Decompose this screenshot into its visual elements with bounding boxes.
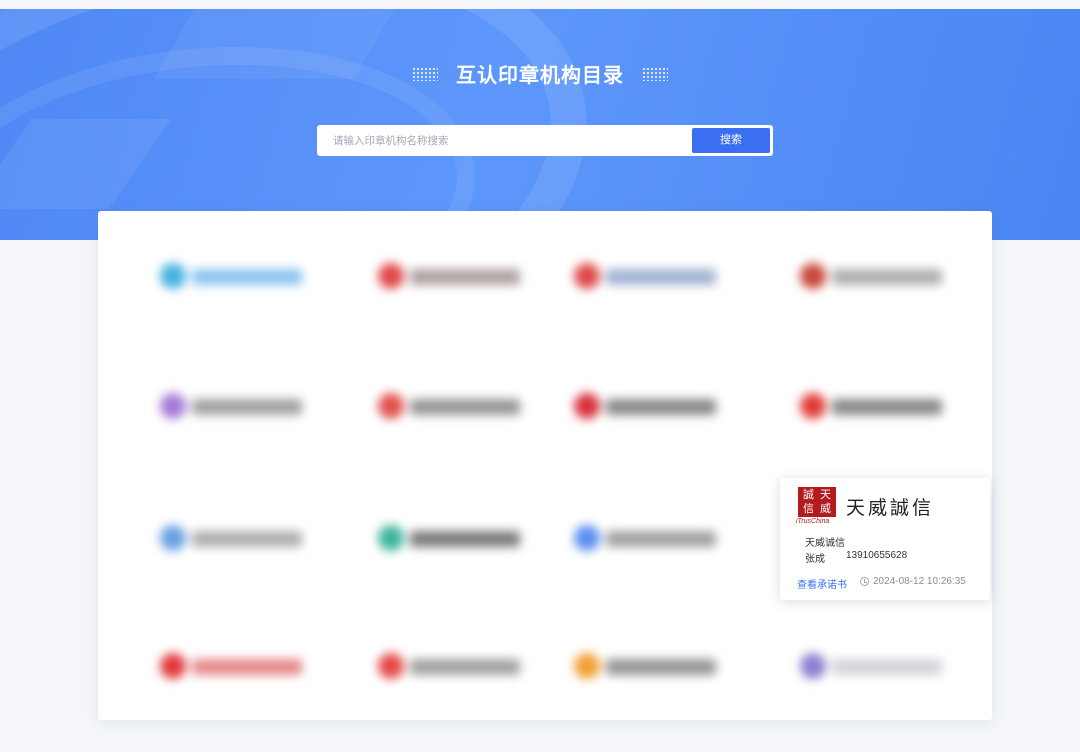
org-logo-tile[interactable]	[800, 647, 960, 687]
org-logo-text	[832, 659, 942, 675]
org-logo-tile[interactable]	[800, 257, 960, 297]
view-commitment-link[interactable]: 查看承诺书	[797, 576, 847, 591]
org-detail-popup: 誠天 信威 iTrusChina 天威誠信 天威诚信 张成 1391065562…	[780, 478, 990, 600]
decor-dots-icon	[642, 66, 669, 81]
org-logo-text	[192, 399, 302, 415]
org-logo-text	[606, 399, 716, 415]
org-logo-icon	[574, 263, 600, 289]
org-logo-icon	[800, 393, 826, 419]
org-logo-tile[interactable]	[574, 387, 734, 427]
org-logo-icon	[378, 653, 404, 679]
org-logo-text	[192, 531, 302, 547]
org-logo-tile[interactable]	[378, 257, 538, 297]
decor-dots-icon	[411, 66, 438, 81]
org-logo-icon	[800, 263, 826, 289]
org-logo-icon	[160, 525, 186, 551]
org-logo-tile[interactable]	[378, 387, 538, 427]
org-logo-text	[606, 659, 716, 675]
org-logo-icon	[160, 653, 186, 679]
org-logo-icon	[378, 263, 404, 289]
org-logo-text	[606, 531, 716, 547]
org-logo-icon	[378, 393, 404, 419]
seal-caption: iTrusChina	[796, 518, 830, 525]
org-logo-text	[410, 659, 520, 675]
org-logo-icon	[160, 393, 186, 419]
org-logo-icon	[160, 263, 186, 289]
org-logo-tile[interactable]	[574, 647, 734, 687]
page-title: 互认印章机构目录	[456, 65, 624, 87]
org-logo-text	[606, 269, 716, 285]
org-logo-tile[interactable]	[378, 647, 538, 687]
seal-char: 威	[820, 502, 831, 515]
org-logo-text	[410, 269, 520, 285]
org-logo-tile[interactable]	[378, 519, 538, 559]
logo-grid	[98, 211, 992, 720]
org-logo-icon	[574, 653, 600, 679]
org-logo-text	[832, 399, 942, 415]
brand-name: 天威誠信	[846, 497, 935, 519]
search-button[interactable]: 搜索	[692, 128, 770, 153]
org-logo-tile[interactable]	[574, 519, 734, 559]
contact-phone: 13910655628	[846, 550, 908, 561]
org-logo-icon	[574, 525, 600, 551]
org-logo-tile[interactable]	[160, 647, 320, 687]
seal-char: 天	[820, 488, 831, 501]
org-logo-tile[interactable]	[160, 519, 320, 559]
search-bar: 搜索	[317, 125, 773, 156]
org-logo-text	[410, 531, 520, 547]
timestamp: 2024-08-12 10:26:35	[873, 576, 966, 587]
org-name: 天威诚信	[805, 538, 845, 549]
seal-char: 信	[803, 502, 814, 515]
org-logo-tile[interactable]	[800, 387, 960, 427]
org-logo-icon	[574, 393, 600, 419]
org-logo-tile[interactable]	[574, 257, 734, 297]
org-logo-icon	[800, 653, 826, 679]
seal-logo: 誠天 信威	[798, 487, 836, 517]
contact-name: 张成	[805, 554, 825, 565]
page-header: 互认印章机构目录	[0, 59, 1080, 88]
org-logo-text	[410, 399, 520, 415]
org-logo-icon	[378, 525, 404, 551]
org-logo-tile[interactable]	[160, 257, 320, 297]
org-logo-text	[832, 269, 942, 285]
org-logo-text	[192, 269, 302, 285]
directory-card	[98, 211, 992, 720]
search-input[interactable]	[331, 131, 685, 151]
seal-char: 誠	[803, 488, 814, 501]
clock-icon	[860, 577, 869, 586]
org-logo-tile[interactable]	[160, 387, 320, 427]
org-logo-text	[192, 659, 302, 675]
